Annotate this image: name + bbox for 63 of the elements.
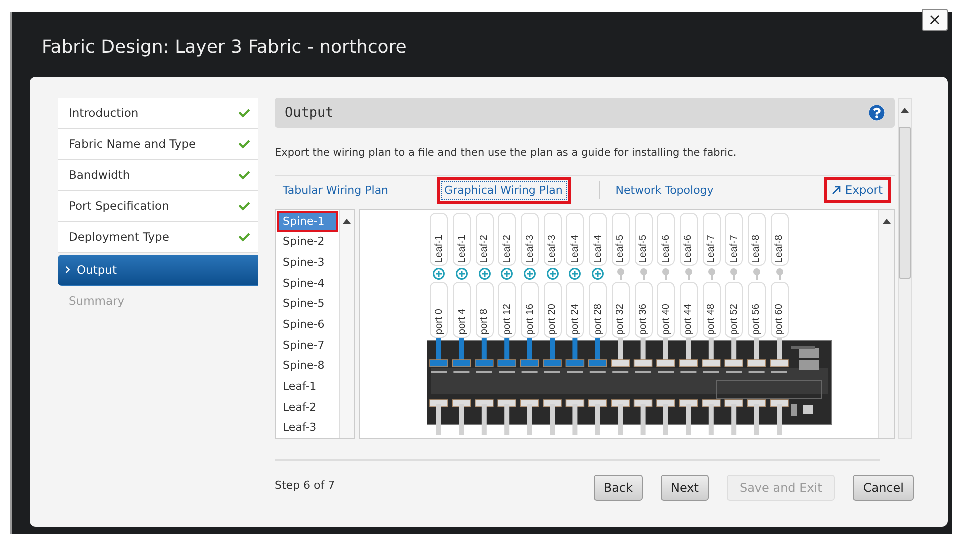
check-icon — [239, 232, 250, 242]
port-label: port 36 — [634, 282, 653, 338]
port-label: port 40 — [657, 282, 676, 338]
leaf-label: Leaf-6 — [657, 213, 676, 266]
check-icon — [239, 138, 250, 150]
leaf-label: Leaf-5 — [634, 213, 653, 266]
scroll-up-icon[interactable] — [343, 218, 351, 224]
check-icon — [239, 108, 250, 118]
leaf-label: Leaf-6 — [680, 213, 698, 266]
wizard-step[interactable]: Port Specification — [58, 191, 258, 222]
leaf-label: Leaf-4 — [589, 213, 608, 266]
close-button[interactable]: × — [922, 9, 948, 31]
wizard-step[interactable]: Output — [58, 255, 258, 286]
window-title: Fabric Design: Layer 3 Fabric - northcore — [42, 37, 407, 59]
leaf-label: Leaf-7 — [702, 213, 721, 266]
wizard-step[interactable]: Bandwidth — [58, 160, 258, 191]
leaf-label: Leaf-8 — [770, 213, 789, 266]
check-icon — [239, 200, 250, 212]
port-label: port 48 — [702, 282, 721, 338]
leaf-label: Leaf-3 — [544, 213, 562, 266]
wizard-button[interactable]: Cancel — [853, 475, 914, 501]
port-label: port 60 — [770, 282, 789, 338]
port-label: port 0 — [430, 282, 448, 338]
scrollbar[interactable] — [878, 210, 894, 438]
wizard-step[interactable]: Deployment Type — [58, 222, 258, 253]
port-label: port 20 — [544, 282, 562, 338]
wizard-button[interactable]: Next — [660, 475, 709, 501]
port-label: port 44 — [680, 282, 698, 338]
wizard-button[interactable]: Back — [594, 475, 643, 501]
description: Export the wiring plan to a file and then use the plan as a guide for installing the fabric. — [275, 147, 738, 161]
leaf-label: Leaf-2 — [476, 213, 494, 266]
port-label: port 12 — [498, 282, 516, 338]
leaf-label: Leaf-4 — [566, 213, 584, 266]
scroll-up-icon[interactable] — [882, 218, 890, 224]
port-label: port 52 — [725, 282, 744, 338]
list-item[interactable]: Spine-1 — [277, 211, 338, 232]
step-counter: Step 6 of 7 — [275, 479, 336, 494]
check-icon — [239, 170, 250, 180]
section-title: Output — [285, 105, 334, 121]
tab[interactable]: Graphical Wiring Plan — [436, 176, 571, 204]
leaf-label: Leaf-1 — [453, 213, 472, 266]
leaf-label: Leaf-2 — [498, 213, 516, 266]
leaf-label: Leaf-5 — [612, 213, 630, 266]
export-link[interactable]: Export — [824, 177, 891, 203]
wizard-step[interactable]: Fabric Name and Type — [58, 129, 258, 160]
wizard-step[interactable]: Introduction — [58, 98, 258, 129]
leaf-label: Leaf-7 — [725, 213, 744, 266]
leaf-label: Leaf-3 — [521, 213, 540, 266]
port-label: port 24 — [566, 282, 584, 338]
port-label: port 32 — [612, 282, 630, 338]
leaf-label: Leaf-8 — [748, 213, 766, 266]
port-label: port 28 — [589, 282, 608, 338]
scrollbar[interactable] — [339, 210, 354, 438]
arrow-icon — [832, 186, 842, 194]
port-label: port 8 — [476, 282, 494, 338]
port-label: port 4 — [453, 282, 472, 338]
leaf-label: Leaf-1 — [430, 213, 448, 266]
port-label: port 16 — [521, 282, 540, 338]
chevron-icon — [64, 266, 72, 274]
port-label: port 56 — [748, 282, 766, 338]
scroll-up-icon[interactable] — [901, 107, 909, 113]
scrollbar[interactable] — [898, 98, 912, 439]
help-icon[interactable] — [869, 105, 885, 121]
